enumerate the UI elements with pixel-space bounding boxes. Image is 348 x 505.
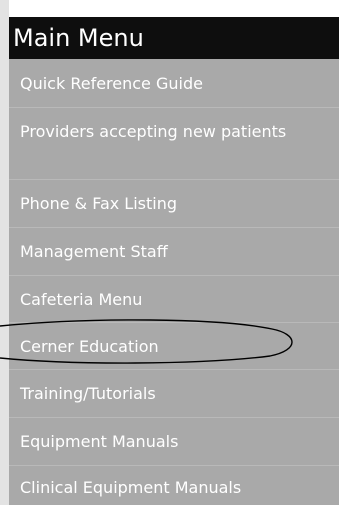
menu-item-label: Providers accepting new patients bbox=[20, 122, 287, 141]
menu-item-cafeteria-menu[interactable]: Cafeteria Menu bbox=[9, 275, 339, 323]
screenshot-frame: Main Menu Quick Reference Guide Provider… bbox=[0, 0, 348, 505]
menu-item-providers-accepting-new-patients[interactable]: Providers accepting new patients bbox=[9, 107, 339, 180]
menu-item-label: Cafeteria Menu bbox=[20, 290, 143, 309]
menu-item-phone-fax-listing[interactable]: Phone & Fax Listing bbox=[9, 179, 339, 228]
main-menu-title: Main Menu bbox=[13, 24, 144, 52]
menu-item-label: Clinical Equipment Manuals bbox=[20, 478, 242, 497]
menu-item-quick-reference-guide[interactable]: Quick Reference Guide bbox=[9, 59, 339, 108]
main-menu-header: Main Menu bbox=[9, 17, 339, 59]
menu-item-label: Equipment Manuals bbox=[20, 432, 179, 451]
menu-item-label: Cerner Education bbox=[20, 337, 159, 356]
menu-item-management-staff[interactable]: Management Staff bbox=[9, 227, 339, 276]
menu-item-label: Management Staff bbox=[20, 242, 168, 261]
menu-item-cerner-education[interactable]: Cerner Education bbox=[9, 322, 339, 370]
menu-item-equipment-manuals[interactable]: Equipment Manuals bbox=[9, 417, 339, 466]
menu-item-training-tutorials[interactable]: Training/Tutorials bbox=[9, 369, 339, 418]
main-menu-panel: Main Menu Quick Reference Guide Provider… bbox=[9, 17, 339, 505]
left-page-edge bbox=[0, 0, 9, 505]
menu-item-label: Phone & Fax Listing bbox=[20, 194, 178, 213]
menu-item-label: Quick Reference Guide bbox=[20, 74, 203, 93]
menu-item-label: Training/Tutorials bbox=[20, 384, 156, 403]
menu-item-clinical-equipment-manuals[interactable]: Clinical Equipment Manuals bbox=[9, 465, 339, 505]
